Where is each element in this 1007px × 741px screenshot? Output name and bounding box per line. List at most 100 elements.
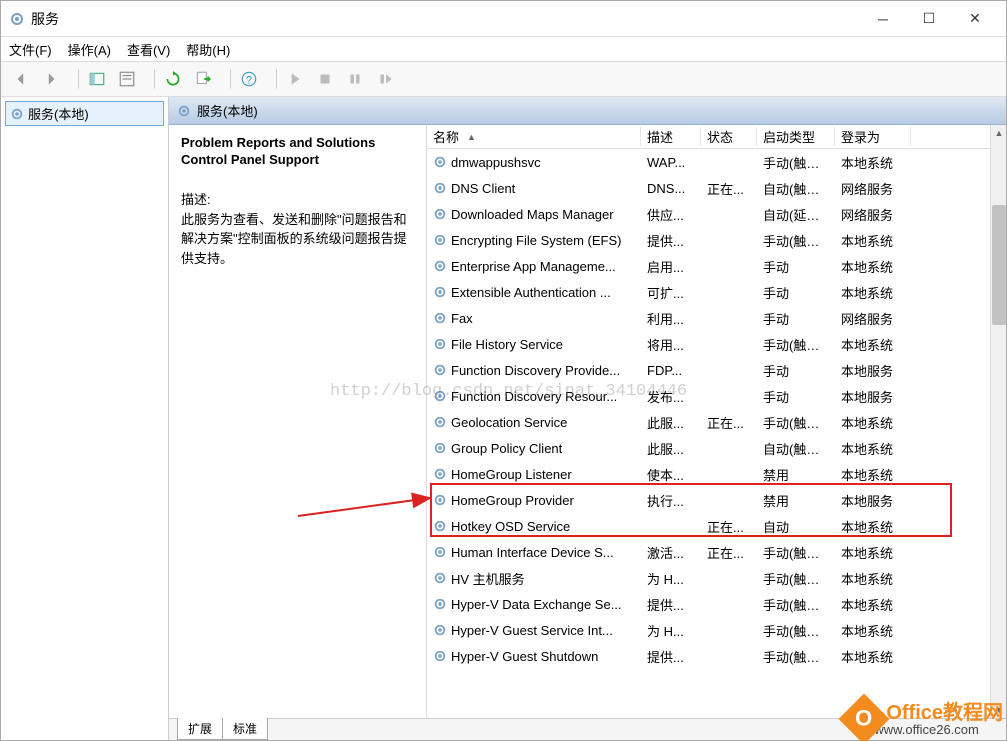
service-name: Geolocation Service [451,415,567,430]
titlebar: 服务 ─ ☐ ✕ [1,1,1006,37]
service-row[interactable]: Downloaded Maps Manager供应...自动(延迟...网络服务 [427,201,1006,227]
service-desc: 为 H... [641,621,701,640]
service-logon: 网络服务 [835,309,911,328]
gear-icon [433,363,447,377]
service-row[interactable]: HomeGroup Provider执行...禁用本地服务 [427,487,1006,513]
service-row[interactable]: Enterprise App Manageme...启用...手动本地系统 [427,253,1006,279]
service-logon: 本地系统 [835,283,911,302]
tab-standard[interactable]: 标准 [222,718,268,740]
service-startup: 手动(触发... [757,647,835,666]
service-logon: 本地系统 [835,439,911,458]
close-button[interactable]: ✕ [952,4,998,34]
service-row[interactable]: Human Interface Device S...激活...正在...手动(… [427,539,1006,565]
service-desc: 将用... [641,335,701,354]
refresh-button[interactable] [159,65,187,93]
service-logon: 本地服务 [835,361,911,380]
service-logon: 本地系统 [835,517,911,536]
service-row[interactable]: Hyper-V Guest Service Int...为 H...手动(触发.… [427,617,1006,643]
scroll-thumb[interactable] [992,205,1006,325]
service-name: File History Service [451,337,563,352]
gear-icon [433,623,447,637]
service-logon: 本地系统 [835,153,911,172]
list-body[interactable]: dmwappushsvcWAP...手动(触发...本地系统DNS Client… [427,149,1006,718]
service-row[interactable]: dmwappushsvcWAP...手动(触发...本地系统 [427,149,1006,175]
gear-icon [433,415,447,429]
service-desc: 激活... [641,543,701,562]
gear-icon [433,545,447,559]
menu-action[interactable]: 操作(A) [68,40,111,59]
separator [269,69,277,89]
tab-extended[interactable]: 扩展 [177,718,223,740]
gear-icon [433,337,447,351]
service-row[interactable]: HV 主机服务为 H...手动(触发...本地系统 [427,565,1006,591]
service-row[interactable]: Hyper-V Guest Shutdown提供...手动(触发...本地系统 [427,643,1006,669]
content-header: 服务(本地) [169,97,1006,125]
vertical-scrollbar[interactable]: ▲ ▼ [990,125,1006,718]
stop-service-button[interactable] [311,65,339,93]
sort-asc-icon: ▲ [467,132,476,142]
service-name: HomeGroup Provider [451,493,574,508]
export-button[interactable] [189,65,217,93]
service-desc: 为 H... [641,569,701,588]
service-row[interactable]: Hyper-V Data Exchange Se...提供...手动(触发...… [427,591,1006,617]
service-row[interactable]: Extensible Authentication ...可扩...手动本地系统 [427,279,1006,305]
service-row[interactable]: Fax利用...手动网络服务 [427,305,1006,331]
service-logon: 本地系统 [835,595,911,614]
menu-view[interactable]: 查看(V) [127,40,170,59]
gear-icon [433,571,447,585]
service-logon: 本地系统 [835,569,911,588]
gear-icon [10,107,24,121]
service-desc: 供应... [641,205,701,224]
service-row[interactable]: Hotkey OSD Service正在...自动本地系统 [427,513,1006,539]
separator [71,69,79,89]
service-row[interactable]: Geolocation Service此服...正在...手动(触发...本地系… [427,409,1006,435]
col-header-startup[interactable]: 启动类型 [757,127,835,146]
help-button[interactable]: ? [235,65,263,93]
service-startup: 自动(延迟... [757,205,835,224]
forward-button[interactable] [37,65,65,93]
pause-service-button[interactable] [341,65,369,93]
service-name: Hyper-V Guest Shutdown [451,649,598,664]
service-row[interactable]: HomeGroup Listener使本...禁用本地系统 [427,461,1006,487]
tree-pane: 服务(本地) [1,97,169,740]
start-service-button[interactable] [281,65,309,93]
show-hide-tree-button[interactable] [83,65,111,93]
gear-icon [433,597,447,611]
service-row[interactable]: DNS ClientDNS...正在...自动(触发...网络服务 [427,175,1006,201]
restart-service-button[interactable] [371,65,399,93]
menu-file[interactable]: 文件(F) [9,40,52,59]
col-header-name[interactable]: 名称▲ [427,127,641,146]
service-startup: 自动 [757,517,835,536]
service-desc: 提供... [641,647,701,666]
service-row[interactable]: File History Service将用...手动(触发...本地系统 [427,331,1006,357]
service-startup: 自动(触发... [757,439,835,458]
col-header-logon[interactable]: 登录为 [835,127,911,146]
service-logon: 本地系统 [835,465,911,484]
separator [147,69,155,89]
col-header-desc[interactable]: 描述 [641,127,701,146]
service-row[interactable]: Function Discovery Resour...发布...手动本地服务 [427,383,1006,409]
gear-icon [433,441,447,455]
gear-icon [433,259,447,273]
gear-icon [433,233,447,247]
list-header: 名称▲ 描述 状态 启动类型 登录为 [427,125,1006,149]
tree-root-services[interactable]: 服务(本地) [5,101,164,126]
service-startup: 手动 [757,361,835,380]
service-desc: 使本... [641,465,701,484]
service-startup: 自动(触发... [757,179,835,198]
properties-button[interactable] [113,65,141,93]
service-status: 正在... [701,413,757,432]
service-name: HV 主机服务 [451,569,525,588]
service-desc: 利用... [641,309,701,328]
menu-help[interactable]: 帮助(H) [186,40,230,59]
minimize-button[interactable]: ─ [860,4,906,34]
service-row[interactable]: Encrypting File System (EFS)提供...手动(触发..… [427,227,1006,253]
service-row[interactable]: Group Policy Client此服...自动(触发...本地系统 [427,435,1006,461]
back-button[interactable] [7,65,35,93]
col-header-status[interactable]: 状态 [701,127,757,146]
service-row[interactable]: Function Discovery Provide...FDP...手动本地服… [427,357,1006,383]
service-startup: 手动(触发... [757,231,835,250]
scroll-up-button[interactable]: ▲ [991,125,1006,141]
maximize-button[interactable]: ☐ [906,4,952,34]
menubar: 文件(F) 操作(A) 查看(V) 帮助(H) [1,37,1006,61]
